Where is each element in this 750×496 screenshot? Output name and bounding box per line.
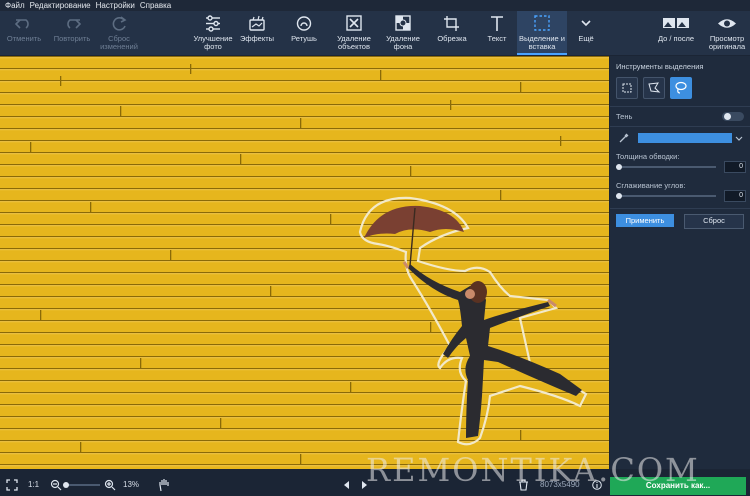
actual-size-button[interactable]: 1:1 [28, 474, 39, 496]
fit-screen-icon[interactable] [6, 479, 18, 491]
view-original-button[interactable]: Просмотр оригинала [704, 11, 750, 55]
zoom-in-icon[interactable] [104, 479, 116, 491]
corner-smoothing-label: Сглаживание углов: [616, 181, 686, 190]
text-icon [491, 16, 503, 31]
menu-edit[interactable]: Редактирование [30, 0, 91, 11]
remove-objects-icon [346, 15, 362, 31]
zoom-level: 13% [123, 480, 140, 489]
hand-pan-icon[interactable] [158, 478, 170, 492]
zoom-out-icon[interactable] [50, 479, 62, 491]
watermark: REMONTIKA.COM [366, 451, 700, 489]
redo-button[interactable]: Повторить [50, 11, 94, 55]
crop-button[interactable]: Обрезка [432, 11, 472, 55]
divider [610, 126, 750, 127]
chevron-down-icon[interactable] [734, 134, 744, 144]
chevron-down-icon [581, 20, 591, 27]
text-button[interactable]: Текст [478, 11, 516, 55]
retouch-icon [296, 16, 312, 31]
photo [0, 56, 609, 469]
selection-panel: Инструменты выделения Тень Толщина обвод… [610, 56, 750, 469]
reset-button[interactable]: Сброс [684, 214, 744, 229]
corner-smoothing-slider[interactable] [616, 195, 716, 197]
shadow-label: Тень [616, 112, 633, 121]
toolbar: Отменить Повторить Сброс изменений Улучш… [0, 11, 750, 55]
select-paste-button[interactable]: Выделение и вставка [517, 11, 567, 55]
image-canvas[interactable] [0, 56, 609, 469]
stroke-width-handle[interactable] [616, 164, 622, 170]
enhance-photo-button[interactable]: Улучшение фото [189, 11, 237, 55]
lasso-icon [675, 81, 687, 94]
retouch-button[interactable]: Ретушь [283, 11, 325, 55]
eyedropper-icon[interactable] [618, 132, 630, 144]
remove-objects-button[interactable]: Удаление объектов [332, 11, 376, 55]
stroke-width-label: Толщина обводки: [616, 152, 680, 161]
undo-button[interactable]: Отменить [2, 11, 46, 55]
refresh-icon [112, 16, 127, 31]
effects-icon [249, 15, 265, 31]
menu-settings[interactable]: Настройки [96, 0, 135, 11]
menu-help[interactable]: Справка [140, 0, 171, 11]
rect-select-button[interactable] [616, 77, 638, 99]
corner-smoothing-handle[interactable] [616, 193, 622, 199]
menu-bar: Файл Редактирование Настройки Справка [0, 0, 750, 11]
undo-icon [14, 19, 29, 29]
polygon-select-button[interactable] [643, 77, 665, 99]
stroke-width-slider[interactable] [616, 166, 716, 168]
redo-icon [67, 19, 82, 29]
divider [610, 106, 750, 107]
reset-changes-button[interactable]: Сброс изменений [96, 11, 142, 55]
zoom-slider-handle[interactable] [63, 482, 69, 488]
effects-button[interactable]: Эффекты [237, 11, 277, 55]
zoom-slider[interactable] [64, 484, 100, 486]
menu-file[interactable]: Файл [5, 0, 25, 11]
lasso-select-button[interactable] [670, 77, 692, 99]
stroke-width-value[interactable]: 0 [724, 161, 746, 173]
crop-icon [444, 16, 459, 31]
previous-icon[interactable] [342, 480, 352, 490]
divider [610, 208, 750, 209]
remove-background-icon [395, 15, 411, 31]
shadow-toggle[interactable] [722, 112, 744, 121]
selection-icon [534, 15, 550, 31]
before-after-icon [663, 18, 689, 28]
eye-icon [718, 19, 736, 28]
remove-background-button[interactable]: Удаление фона [380, 11, 426, 55]
before-after-button[interactable]: До / после [652, 11, 700, 55]
color-swatch[interactable] [638, 133, 732, 143]
polygon-lasso-icon [648, 82, 661, 93]
corner-smoothing-value[interactable]: 0 [724, 190, 746, 202]
more-button[interactable]: Ещё [572, 11, 600, 55]
panel-title: Инструменты выделения [616, 62, 704, 71]
sliders-icon [206, 15, 220, 32]
apply-button[interactable]: Применить [616, 214, 674, 227]
rectangle-select-icon [622, 83, 632, 93]
